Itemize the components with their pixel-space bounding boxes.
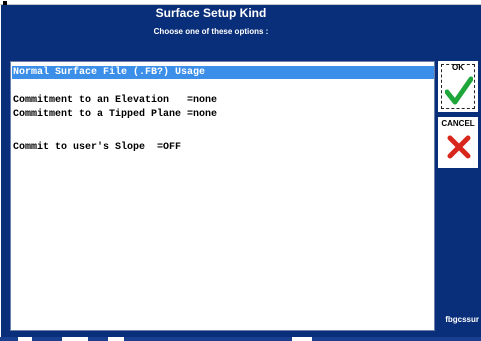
option-normal-surface-file[interactable]: Normal Surface File (.FB?) Usage: [12, 66, 434, 79]
surface-setup-dialog: Surface Setup Kind Choose one of these o…: [1, 5, 481, 337]
option-blank: [12, 79, 434, 92]
form-id-label: fbgcssur: [445, 315, 479, 324]
ok-button[interactable]: OK: [438, 61, 478, 112]
options-list: Normal Surface File (.FB?) Usage Commitm…: [10, 61, 435, 331]
option-commit-tipped-plane[interactable]: Commitment to a Tipped Plane =none: [12, 108, 434, 121]
checkmark-icon: [445, 76, 473, 105]
taskbar-item[interactable]: [62, 337, 88, 341]
taskbar-item[interactable]: [108, 337, 124, 341]
taskbar-item[interactable]: [292, 337, 312, 341]
option-commit-elevation[interactable]: Commitment to an Elevation =none: [12, 94, 434, 107]
x-icon: [447, 135, 471, 159]
cancel-button-label: CANCEL: [441, 119, 475, 128]
option-blank: [12, 122, 434, 135]
dialog-title: Surface Setup Kind: [155, 6, 267, 20]
ok-button-label: OK: [452, 63, 464, 72]
taskbar-item[interactable]: [18, 337, 32, 341]
option-commit-user-slope[interactable]: Commit to user's Slope =OFF: [12, 141, 434, 154]
dialog-subtitle: Choose one of these options :: [153, 27, 269, 36]
cancel-button[interactable]: CANCEL: [438, 117, 478, 168]
